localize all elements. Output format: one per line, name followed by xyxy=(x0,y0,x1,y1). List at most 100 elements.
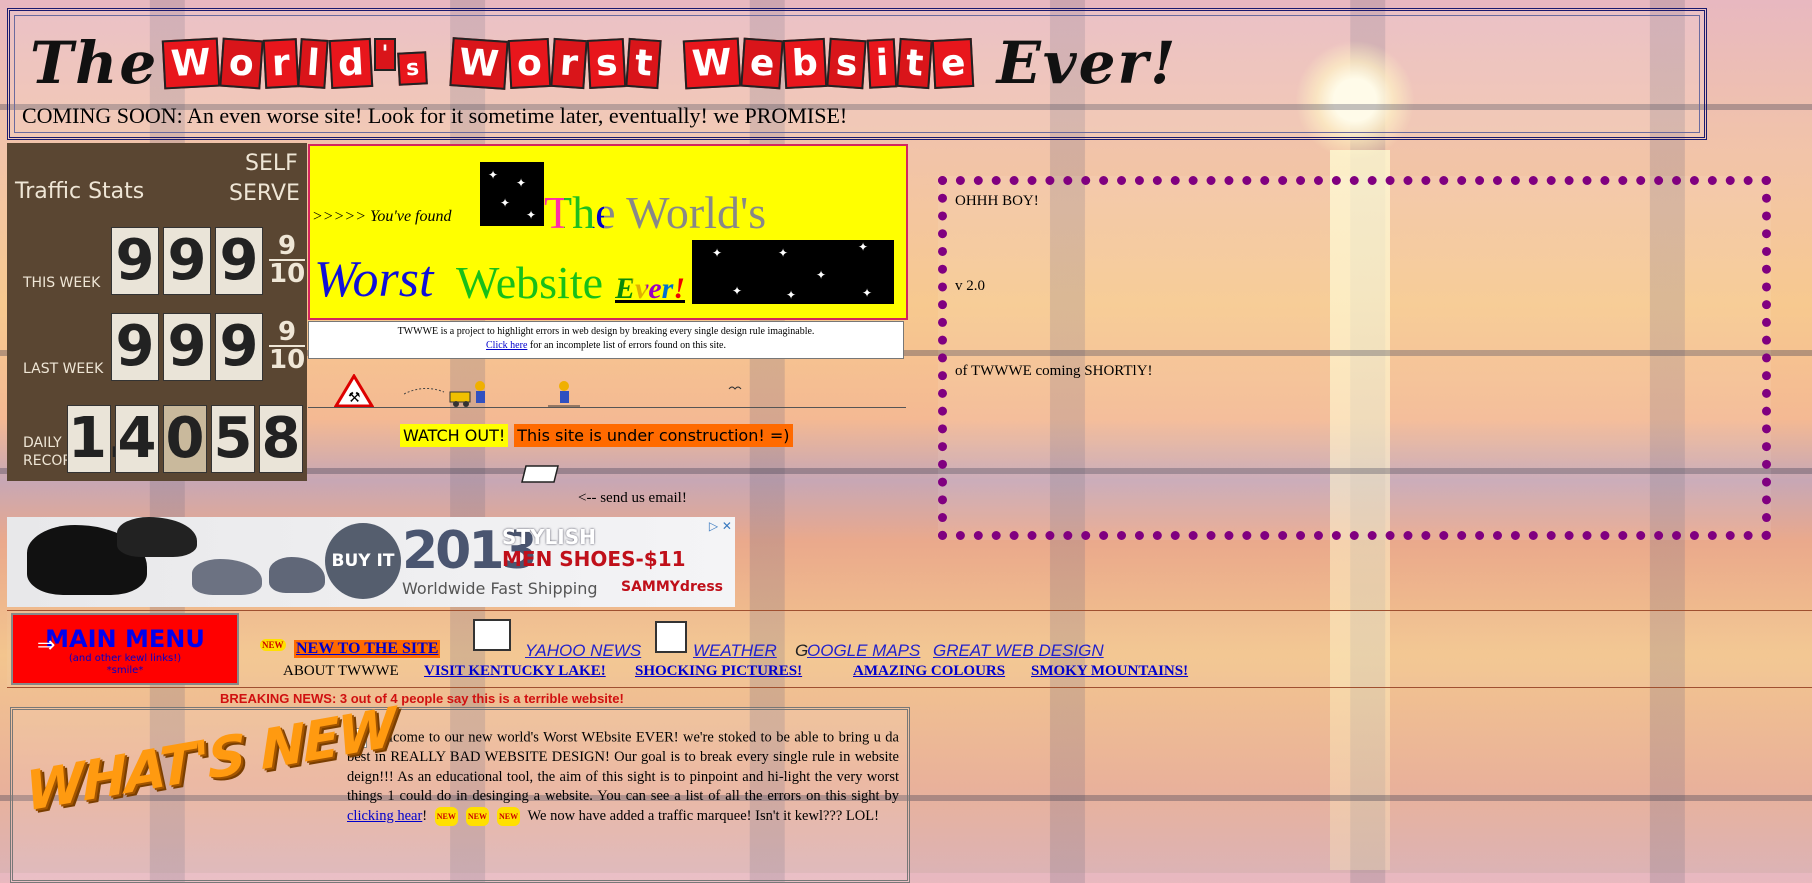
new-badge-icon: NEW xyxy=(434,806,458,826)
construction-ground-line xyxy=(308,407,906,408)
daily-label: DAILY xyxy=(23,435,62,451)
counter-digit: 1. xyxy=(67,405,129,473)
digging-worker-icon xyxy=(548,381,580,407)
about-twwwe-text: ABOUT TWWWE xyxy=(283,663,399,679)
youve-found-text: >>>>> You've found xyxy=(312,208,452,225)
great-web-design-link[interactable]: GREAT WEB DESIGN xyxy=(933,641,1104,661)
announcement-line1: OHHH BOY! xyxy=(955,193,1039,209)
arrow-right-icon: ⇒ xyxy=(37,633,56,658)
construction-notice: WATCH OUT! This site is under constructio… xyxy=(400,424,793,447)
counter-digit: 9 xyxy=(163,227,211,295)
shoe-image xyxy=(192,559,262,595)
self-label: SELF xyxy=(245,151,298,176)
main-navigation: ⇒ MAIN MENU (and other kewl links!) *smi… xyxy=(7,610,1812,688)
bird-icon xyxy=(728,386,742,390)
site-title: The Wo r l d's Worst Website Ever! xyxy=(30,29,1177,97)
announcement-line2: v 2.0 xyxy=(955,278,985,294)
description-line2: Click here for an incomplete list of err… xyxy=(309,339,903,353)
the-worlds-label: The World's xyxy=(544,187,767,238)
title-letter: o xyxy=(507,37,552,89)
project-description: TWWWE is a project to highlight errors i… xyxy=(308,321,904,359)
new-badge-icon: NEW xyxy=(497,806,521,826)
title-letter: e xyxy=(931,37,975,89)
last-week-label: LAST WEEK xyxy=(23,361,104,377)
ad-stylish: STYLISH xyxy=(502,525,596,549)
svg-text:⚒: ⚒ xyxy=(348,391,361,406)
starfield-image: ✦ ✦ ✦ ✦ ✦ ✦ ✦ xyxy=(692,240,894,304)
version-announcement-box: OHHH BOY! v 2.0 of TWWWE coming SHORTlY! xyxy=(938,176,1771,540)
buy-it-button[interactable]: BUY IT xyxy=(325,523,401,599)
site-header: The Wo r l d's Worst Website Ever! COMING S… xyxy=(7,8,1707,140)
title-letter: W xyxy=(161,37,221,89)
description-line1: TWWWE is a project to highlight errors i… xyxy=(397,326,815,337)
this-week-label: THIS WEEK xyxy=(23,275,101,291)
title-letter: s xyxy=(826,37,868,89)
whats-new-text2: ! xyxy=(422,807,428,824)
title-letter: ' xyxy=(373,37,397,71)
traffic-title: Traffic Stats xyxy=(15,179,145,204)
ever-text: Ever! xyxy=(615,272,685,306)
kentucky-lake-link[interactable]: VISIT KENTUCKY LAKE! xyxy=(424,663,606,680)
new-badge-icon: NEW xyxy=(465,806,490,826)
serve-label: SERVE xyxy=(229,181,300,206)
last-week-fraction: 9 10 xyxy=(269,319,306,375)
send-email-text: <-- send us email! xyxy=(578,490,687,506)
title-the: The xyxy=(30,29,159,97)
title-letter: r xyxy=(262,37,299,89)
counter-digit: 5 xyxy=(211,405,255,473)
ad-close-icon[interactable]: ▷ ✕ xyxy=(709,519,732,533)
title-ever: Ever! xyxy=(996,29,1178,97)
counter-digit: 8 xyxy=(259,405,303,473)
whats-new-text1: Welcome to our new world's Worst WEbsite… xyxy=(347,729,899,804)
worlds-worst-banner: >>>>> You've found ✦ ✦ ✦ ✦ The World's ✦ ✦ ✦ ✦… xyxy=(308,144,908,320)
the-worlds-text: The World's xyxy=(544,186,766,239)
main-menu-smile: *smile* xyxy=(106,665,144,676)
fraction-bottom: 10 xyxy=(269,259,306,289)
errors-link[interactable]: clicking hear xyxy=(347,808,422,824)
fraction-bottom: 10 xyxy=(269,345,306,375)
title-letter: W xyxy=(683,37,742,89)
new-to-site-link[interactable]: NEW TO THE SITE xyxy=(294,640,441,658)
ad-brand-logo: SAMMYdress xyxy=(621,579,724,595)
newspaper-icon xyxy=(473,619,511,651)
whats-new-text3: We now have added a traffic marquee! Isn… xyxy=(524,807,879,824)
main-menu-button[interactable]: ⇒ MAIN MENU (and other kewl links!) *smi… xyxy=(11,613,239,685)
counter-digit: 4 xyxy=(115,405,159,473)
fraction-top: 9 xyxy=(278,231,297,261)
shoe-image xyxy=(117,517,197,557)
worst-text: Worst xyxy=(314,251,434,308)
weather-icon xyxy=(655,621,687,653)
shocking-pictures-link[interactable]: SHOCKING PICTURES! xyxy=(635,663,802,680)
construction-workers-icon xyxy=(404,381,485,407)
breaking-news: BREAKING NEWS: 3 out of 4 people say thi… xyxy=(220,691,624,706)
errors-list-link[interactable]: Click here xyxy=(486,340,527,351)
email-envelope-icon[interactable] xyxy=(520,462,560,484)
google-maps-link[interactable]: OOGLE MAPS xyxy=(807,641,920,661)
counter-digit: 9 xyxy=(215,313,263,381)
under-construction-label: This site is under construction! =) xyxy=(514,424,793,447)
title-letter: r xyxy=(550,37,588,89)
shoe-image xyxy=(269,557,325,593)
ad-headline: MEN SHOES-$11 xyxy=(502,547,686,571)
title-letter: i xyxy=(866,37,898,89)
whats-new-section: Welcome to our new world's Worst WEbsite… xyxy=(10,695,910,883)
title-letter: W xyxy=(449,36,509,90)
title-letter: e xyxy=(740,37,785,89)
title-letter: l xyxy=(297,37,330,89)
title-letter: d xyxy=(328,37,373,89)
yahoo-news-link[interactable]: YAHOO NEWS xyxy=(525,641,641,661)
shoe-advertisement[interactable]: BUY IT 2013 STYLISH MEN SHOES-$11 Worldw… xyxy=(7,517,735,607)
description-line2-rest: for an incomplete list of errors found o… xyxy=(527,340,726,351)
amazing-colours-link[interactable]: AMAZING COLOURS xyxy=(853,663,1005,680)
weather-link[interactable]: WEATHER xyxy=(693,641,777,661)
announcement-line3: of TWWWE coming SHORTlY! xyxy=(955,363,1153,379)
smoky-mountains-link[interactable]: SMOKY MOUNTAINS! xyxy=(1031,663,1188,680)
title-letter: o xyxy=(219,37,264,89)
title-website: Website xyxy=(683,37,975,89)
counter-digit: 0 xyxy=(163,405,207,473)
last-week-digits: 9 9 9 xyxy=(111,313,263,381)
traffic-stats-counter: Traffic Stats SELF SERVE THIS WEEK 9 9 9… xyxy=(7,143,307,481)
counter-digit: 9 xyxy=(111,227,159,295)
ad-shipping: Worldwide Fast Shipping xyxy=(402,579,598,598)
title-worst: Worst xyxy=(449,36,662,90)
